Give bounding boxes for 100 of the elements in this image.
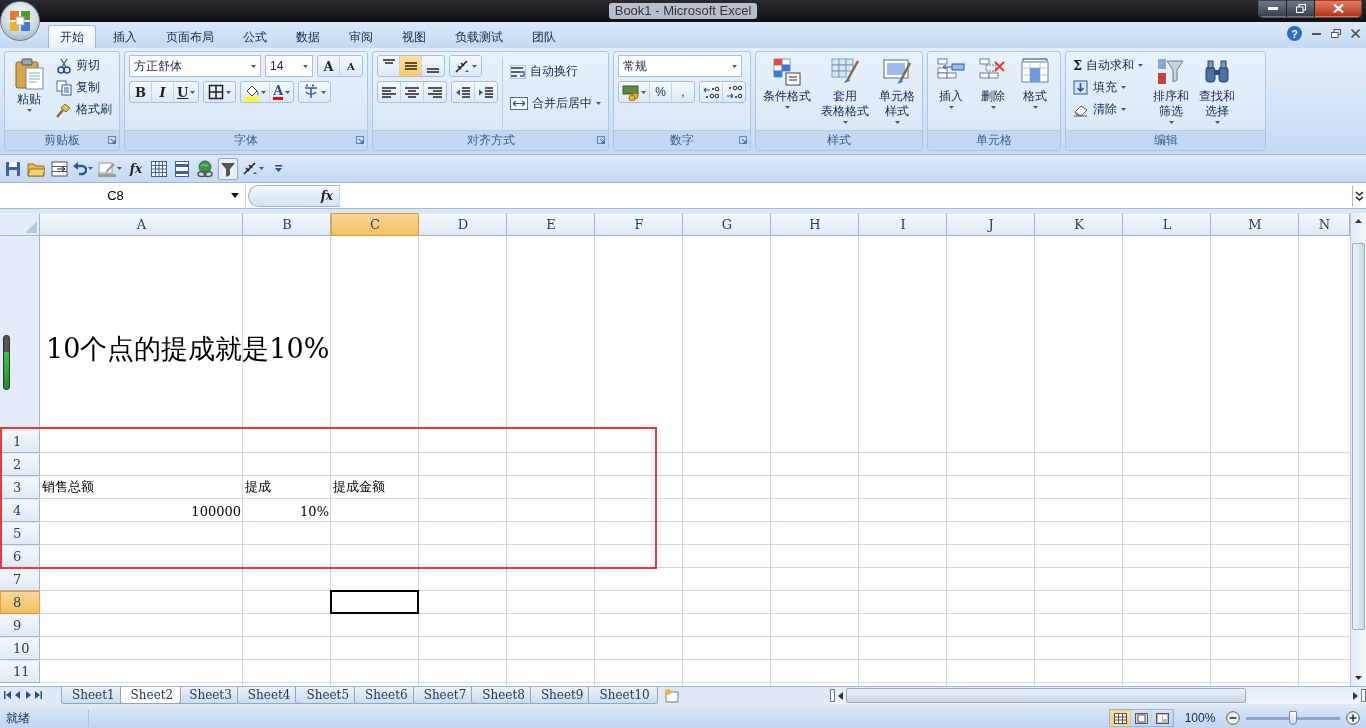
row-header[interactable]: 10 (0, 637, 40, 660)
wrap-text-button[interactable]: 自动换行 (507, 61, 604, 82)
normal-view-button[interactable] (1110, 710, 1131, 726)
column-header[interactable]: D (419, 213, 507, 236)
paste-button[interactable]: 粘贴 (9, 55, 49, 130)
autosum-button[interactable]: Σ 自动求和 (1070, 55, 1147, 76)
fill-color-button[interactable] (241, 82, 271, 102)
minimize-icon[interactable] (1312, 32, 1321, 35)
row-header[interactable]: 1 (0, 430, 40, 453)
font-size-field[interactable]: 14 (265, 55, 313, 77)
percent-button[interactable]: % (650, 82, 672, 102)
filter-button[interactable] (218, 157, 238, 180)
column-header[interactable]: N (1299, 213, 1350, 236)
split-handle-icon[interactable] (1361, 689, 1366, 702)
table-format-button[interactable]: 套用 表格格式 (818, 55, 872, 130)
first-sheet-icon[interactable] (4, 691, 12, 699)
vertical-scrollbar[interactable] (1350, 213, 1366, 686)
column-header[interactable]: L (1123, 213, 1211, 236)
horizontal-scrollbar[interactable] (830, 687, 1366, 704)
borders-button[interactable] (203, 81, 237, 103)
ribbon-tab[interactable]: 视图 (390, 25, 438, 48)
merge-center-button[interactable]: 合并后居中 (507, 93, 604, 114)
column-header[interactable]: A (40, 213, 243, 236)
ribbon-tab[interactable]: 团队 (520, 25, 568, 48)
insert-function-button[interactable]: fx (248, 184, 340, 207)
row-header[interactable]: 3 (0, 476, 40, 499)
last-sheet-icon[interactable] (34, 691, 42, 699)
close-button[interactable] (1315, 0, 1361, 17)
font-color-button[interactable]: A (270, 82, 294, 102)
sheet-tab[interactable]: Sheet10 (588, 687, 658, 704)
column-header[interactable]: J (947, 213, 1035, 236)
column-header[interactable]: E (507, 213, 595, 236)
row-header[interactable]: 9 (0, 614, 40, 637)
dialog-launcher-icon[interactable] (108, 136, 116, 144)
number-format-field[interactable]: 常规 (618, 55, 742, 77)
expand-button[interactable] (1352, 184, 1366, 207)
column-header[interactable]: B (243, 213, 331, 236)
help-button[interactable]: ? (1287, 26, 1302, 41)
column-header[interactable]: K (1035, 213, 1123, 236)
minimize-button[interactable] (1259, 0, 1287, 17)
find-select-button[interactable]: 查找和 选择 (1196, 55, 1239, 130)
row-header[interactable]: 2 (0, 453, 40, 476)
restore-button[interactable] (1287, 0, 1315, 17)
sheet-tab[interactable]: Sheet6 (354, 687, 416, 704)
ribbon-tab[interactable]: 数据 (284, 25, 332, 48)
right-arrow-icon[interactable] (1353, 691, 1358, 700)
row-header[interactable]: 8 (0, 591, 40, 614)
sheet-tab[interactable]: Sheet8 (471, 687, 533, 704)
cell-styles-button[interactable]: 单元格 样式 (876, 55, 918, 130)
ribbon-tab[interactable]: 页面布局 (154, 25, 226, 48)
next-sheet-icon[interactable] (24, 691, 32, 699)
scroll-thumb[interactable] (1352, 243, 1365, 630)
hyperlink-button[interactable] (195, 157, 215, 180)
format-button[interactable]: 格式 (1016, 55, 1054, 130)
dialog-launcher-icon[interactable] (356, 136, 364, 144)
row-header[interactable]: 11 (0, 660, 40, 683)
conditional-format-button[interactable]: 条件格式 (760, 55, 814, 130)
zoom-out-icon[interactable] (1226, 711, 1240, 725)
previous-sheet-icon[interactable] (14, 691, 22, 699)
fill-button[interactable]: 填充 (1070, 77, 1147, 98)
name-box[interactable]: C8 (0, 184, 246, 207)
grow-font-button[interactable]: A (318, 56, 340, 76)
column-header[interactable]: I (859, 213, 947, 236)
column-header[interactable]: F (595, 213, 683, 236)
middle-align-button[interactable] (400, 56, 422, 76)
currency-button[interactable] (619, 82, 650, 102)
selected-cell[interactable] (330, 590, 419, 614)
dialog-launcher-icon[interactable] (739, 136, 747, 144)
slider-thumb[interactable] (1289, 711, 1297, 725)
font-name-field[interactable]: 方正舒体 (129, 55, 261, 77)
insert-button[interactable]: 插入 (932, 55, 970, 130)
sheet-tab[interactable]: Sheet3 (178, 687, 240, 704)
left-arrow-icon[interactable] (838, 691, 843, 700)
ribbon-tab[interactable]: 公式 (231, 25, 279, 48)
row-header[interactable]: 5 (0, 522, 40, 545)
sheet-tab[interactable]: Sheet2 (119, 687, 182, 704)
comma-button[interactable]: , (672, 82, 694, 102)
sheet-tab[interactable]: Sheet1 (61, 687, 123, 704)
dialog-launcher-icon[interactable] (597, 136, 605, 144)
column-header[interactable]: M (1211, 213, 1299, 236)
sort-filter-button[interactable]: 排序和 筛选 (1150, 55, 1193, 130)
column-header[interactable]: G (683, 213, 771, 236)
ribbon-tab[interactable]: 审阅 (337, 25, 385, 48)
copy-button[interactable]: 复制 (53, 77, 115, 98)
split-handle-icon[interactable] (830, 689, 835, 702)
ribbon-tab[interactable]: 插入 (101, 25, 149, 48)
column-header[interactable]: H (771, 213, 859, 236)
italic-button[interactable]: I (152, 82, 174, 102)
format-painter-button[interactable]: 格式刷 (53, 99, 115, 120)
orientation-button[interactable] (449, 55, 482, 77)
cut-button[interactable]: 剪切 (53, 55, 115, 76)
shrink-font-button[interactable]: A (340, 56, 362, 76)
scroll-thumb[interactable] (846, 688, 1246, 703)
row-header[interactable]: 4 (0, 499, 40, 522)
close-icon[interactable] (1351, 29, 1360, 38)
ribbon-tab[interactable]: 开始 (48, 25, 96, 48)
insert-function-button[interactable]: fx (126, 157, 146, 180)
delete-button[interactable]: 删除 (974, 55, 1012, 130)
restore-icon[interactable] (1331, 29, 1341, 38)
column-header[interactable]: C (331, 213, 419, 236)
